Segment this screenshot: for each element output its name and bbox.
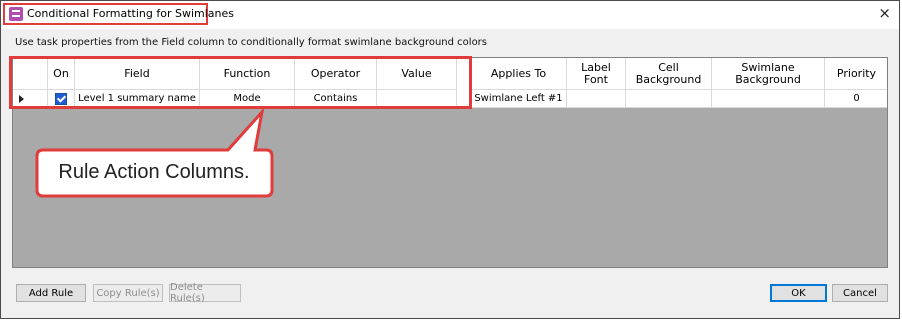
grid-header-row: On Field Function Operator Value Applies… xyxy=(13,58,887,90)
column-header-label-font[interactable]: Label Font xyxy=(567,58,626,90)
dialog-description: Use task properties from the Field colum… xyxy=(15,37,488,48)
column-header-priority[interactable]: Priority xyxy=(825,58,887,90)
column-header-function[interactable]: Function xyxy=(200,58,295,90)
column-header-field[interactable]: Field xyxy=(75,58,200,90)
title-bar: Conditional Formatting for Swimlanes × xyxy=(1,1,899,29)
row-selector[interactable] xyxy=(13,90,48,108)
field-cell[interactable]: Level 1 summary name xyxy=(75,90,200,108)
operator-cell[interactable]: Contains xyxy=(295,90,377,108)
swimlane-background-cell[interactable] xyxy=(712,90,825,108)
column-header-swimlane-background[interactable]: Swimlane Background xyxy=(712,58,825,90)
spacer-cell xyxy=(457,90,471,108)
cell-background-cell[interactable] xyxy=(626,90,712,108)
table-row[interactable]: Level 1 summary name Mode Contains Swiml… xyxy=(13,90,887,108)
column-header-applies-to[interactable]: Applies To xyxy=(471,58,567,90)
on-checkbox[interactable] xyxy=(55,92,67,105)
ok-button[interactable]: OK xyxy=(770,284,827,302)
applies-to-cell[interactable]: Swimlane Left #1 xyxy=(471,90,567,108)
column-header-operator[interactable]: Operator xyxy=(295,58,377,90)
row-pointer-icon xyxy=(19,94,24,103)
column-header-on[interactable]: On xyxy=(48,58,75,90)
add-rule-button[interactable]: Add Rule xyxy=(16,284,86,302)
title-highlight: Conditional Formatting for Swimlanes xyxy=(3,3,234,25)
column-header-cell-background[interactable]: Cell Background xyxy=(626,58,712,90)
close-icon[interactable]: × xyxy=(878,5,891,21)
copy-rules-button[interactable]: Copy Rule(s) xyxy=(93,284,163,302)
swimlane-format-icon xyxy=(9,7,23,21)
callout-text: Rule Action Columns. xyxy=(58,161,250,183)
cancel-button[interactable]: Cancel xyxy=(832,284,888,302)
value-cell[interactable] xyxy=(377,90,457,108)
function-cell[interactable]: Mode xyxy=(200,90,295,108)
on-cell[interactable] xyxy=(48,90,75,108)
label-font-cell[interactable] xyxy=(567,90,626,108)
delete-rules-button[interactable]: Delete Rule(s) xyxy=(169,282,241,304)
column-header-selector xyxy=(13,58,48,90)
priority-cell[interactable]: 0 xyxy=(825,90,887,108)
window-title: Conditional Formatting for Swimlanes xyxy=(27,7,235,20)
column-header-value[interactable]: Value xyxy=(377,58,457,90)
